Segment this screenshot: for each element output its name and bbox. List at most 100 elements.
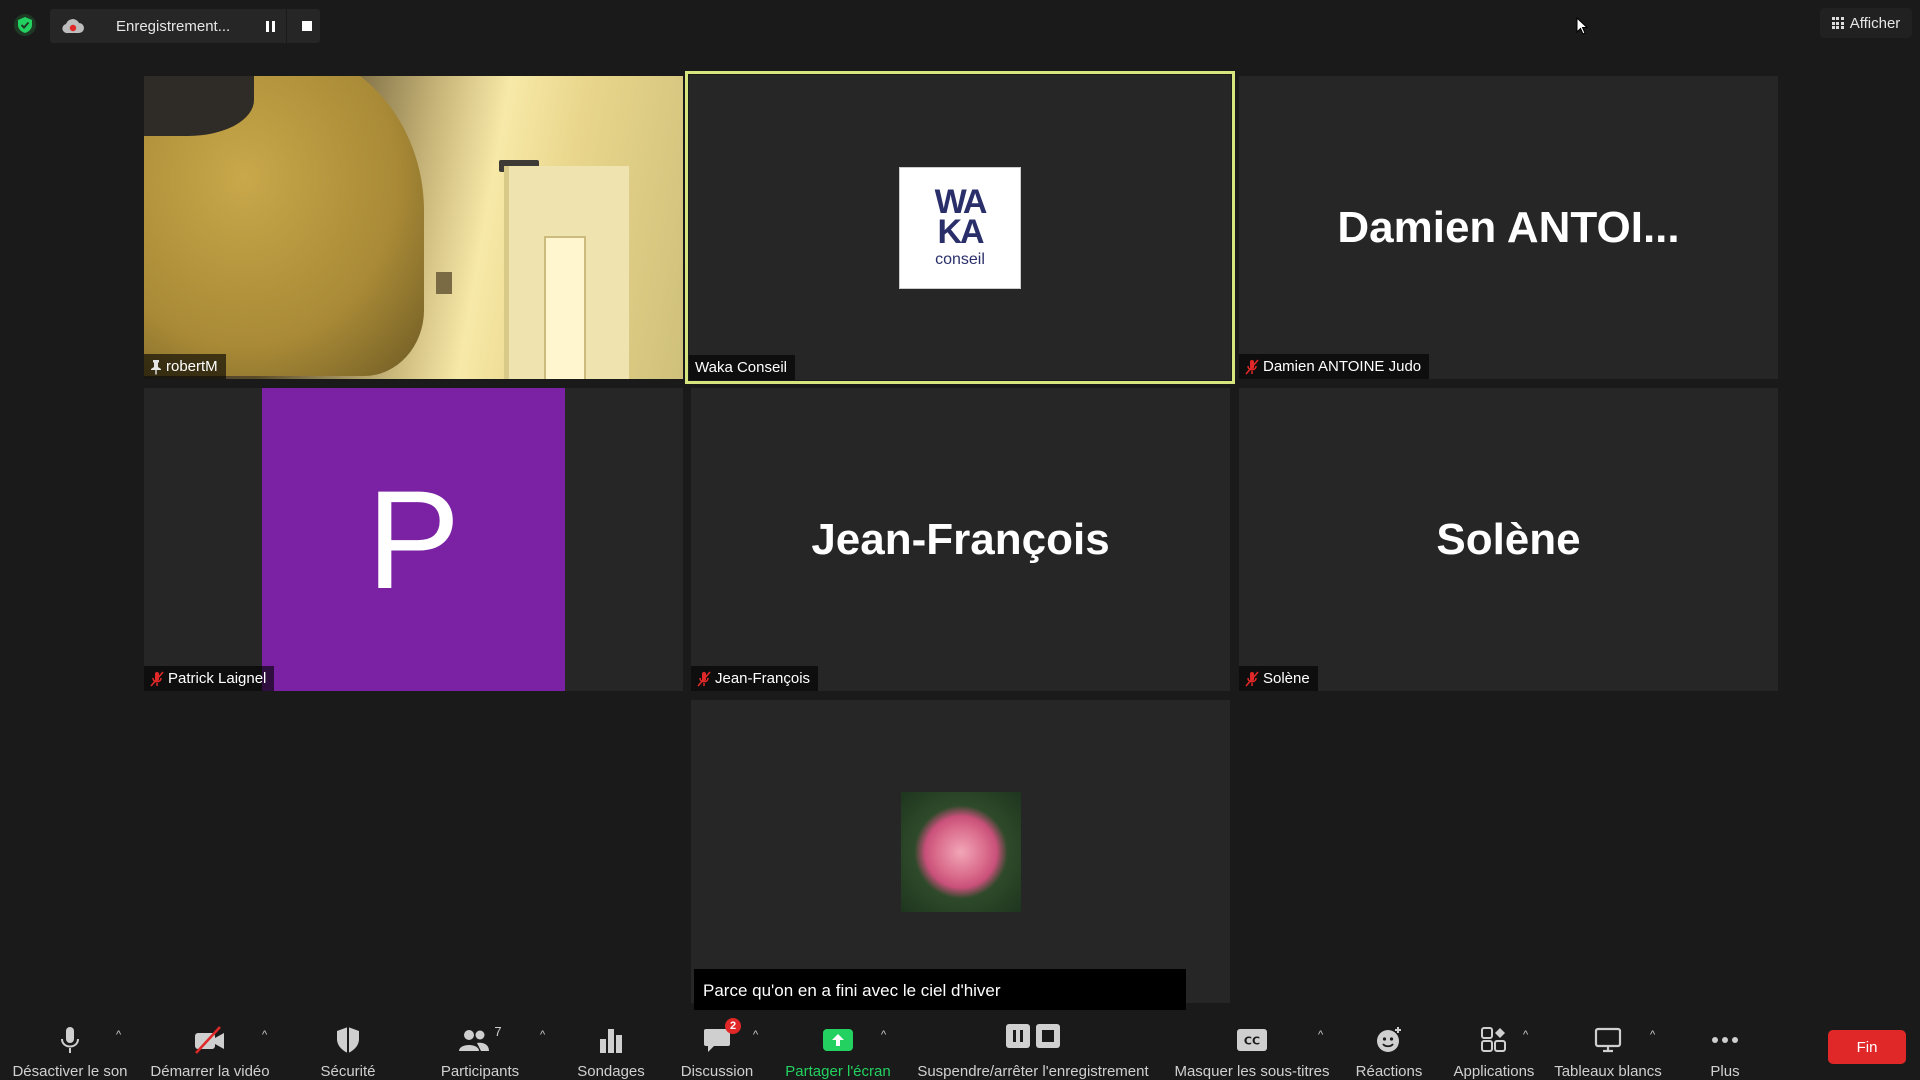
muted-microphone-icon (150, 670, 164, 687)
apps-button[interactable]: Applications (1444, 1010, 1544, 1080)
avatar: P (262, 388, 565, 691)
recording-indicator: Enregistrement... (50, 9, 320, 43)
pin-icon (150, 359, 162, 375)
share-screen-button[interactable]: Partager l'écran (778, 1010, 898, 1080)
name-tag: Jean-François (691, 666, 819, 691)
participant-name: Patrick Laignel (168, 670, 267, 687)
video-options-caret[interactable]: ^ (262, 1029, 267, 1041)
captions-label: Masquer les sous-titres (1174, 1063, 1330, 1080)
cloud-recording-icon (62, 17, 84, 35)
name-tag: Solène (1239, 666, 1318, 691)
whiteboards-button[interactable]: Tableaux blancs (1550, 1010, 1666, 1080)
participant-display-name: Jean-François (811, 514, 1110, 564)
participants-icon: 7 (458, 1024, 502, 1055)
more-dots-icon (1711, 1024, 1739, 1055)
closed-captions-icon: CC (1237, 1024, 1267, 1055)
chat-button[interactable]: 2 Discussion (672, 1010, 762, 1080)
mute-button[interactable]: Désactiver le son (8, 1010, 132, 1080)
start-video-button[interactable]: Démarrer la vidéo (140, 1010, 280, 1080)
stop-icon (301, 21, 312, 31)
participants-options-caret[interactable]: ^ (540, 1029, 545, 1041)
polls-button[interactable]: Sondages (566, 1010, 656, 1080)
stop-recording-button[interactable] (293, 11, 320, 41)
apps-icon (1481, 1024, 1507, 1055)
chat-label: Discussion (680, 1063, 754, 1080)
microphone-icon (60, 1024, 80, 1055)
encryption-shield-icon[interactable] (14, 14, 36, 36)
camera-feed (144, 76, 683, 379)
participant-name: Jean-François (715, 670, 811, 687)
share-label: Partager l'écran (785, 1063, 891, 1080)
video-tile-patrick[interactable]: P Patrick Laignel (144, 388, 683, 691)
mute-label: Désactiver le son (12, 1063, 128, 1080)
participant-name: Damien ANTOINE Judo (1263, 358, 1422, 375)
pause-stop-recording-button[interactable]: Suspendre/arrêter l'enregistrement (912, 1010, 1154, 1080)
share-screen-icon (823, 1024, 853, 1055)
participant-name: robertM (166, 358, 218, 375)
participant-name: Waka Conseil (695, 359, 787, 376)
bar-chart-icon (599, 1024, 623, 1055)
shield-icon (336, 1024, 360, 1055)
hide-captions-button[interactable]: CC Masquer les sous-titres (1170, 1010, 1334, 1080)
security-label: Sécurité (320, 1063, 376, 1080)
captions-options-caret[interactable]: ^ (1318, 1029, 1323, 1041)
security-button[interactable]: Sécurité (300, 1010, 396, 1080)
divider (286, 9, 287, 43)
video-tile-robertm[interactable]: robertM (144, 76, 683, 379)
video-tile-jean-francois[interactable]: Jean-François Jean-François (691, 388, 1230, 691)
name-tag: Damien ANTOINE Judo (1239, 354, 1430, 379)
video-tile-damien[interactable]: Damien ANTOI... Damien ANTOINE Judo (1239, 76, 1778, 379)
profile-picture-flower (900, 791, 1021, 912)
more-button[interactable]: Plus (1690, 1010, 1760, 1080)
video-tile-flower-profile[interactable] (691, 700, 1230, 1003)
reactions-label: Réactions (1355, 1063, 1423, 1080)
muted-microphone-icon (1245, 358, 1259, 375)
logo-text: WA KA (934, 182, 988, 251)
audio-options-caret[interactable]: ^ (116, 1029, 121, 1041)
participants-label: Participants (440, 1063, 520, 1080)
svg-text:CC: CC (1244, 1034, 1260, 1047)
pause-icon (266, 20, 276, 32)
participant-name: Solène (1263, 670, 1310, 687)
video-tile-solene[interactable]: Solène Solène (1239, 388, 1778, 691)
profile-logo: WA KA conseil (899, 166, 1021, 289)
muted-microphone-icon (697, 670, 711, 687)
chat-options-caret[interactable]: ^ (753, 1029, 758, 1041)
apps-label: Applications (1453, 1063, 1535, 1080)
more-label: Plus (1710, 1063, 1740, 1080)
smiley-icon (1375, 1024, 1403, 1055)
record-label: Suspendre/arrêter l'enregistrement (917, 1063, 1149, 1080)
whiteboards-label: Tableaux blancs (1554, 1063, 1662, 1080)
polls-label: Sondages (577, 1063, 645, 1080)
participant-display-name: Solène (1436, 514, 1581, 564)
logo-subtitle: conseil (935, 250, 985, 268)
unread-badge: 2 (725, 1018, 741, 1034)
end-meeting-button[interactable]: Fin (1828, 1030, 1906, 1064)
reactions-button[interactable]: Réactions (1346, 1010, 1432, 1080)
wall-light (436, 272, 452, 294)
participants-button[interactable]: 7 Participants (430, 1010, 530, 1080)
video-off-icon (194, 1024, 226, 1055)
apps-options-caret[interactable]: ^ (1523, 1029, 1528, 1041)
live-caption: Parce qu'on en a fini avec le ciel d'hiv… (694, 969, 1186, 1012)
video-tile-waka-conseil[interactable]: WA KA conseil Waka Conseil (685, 71, 1235, 384)
name-tag: robertM (144, 354, 226, 379)
view-label: Afficher (1849, 14, 1901, 32)
grid-view-icon (1831, 17, 1844, 29)
pause-recording-button[interactable] (257, 11, 284, 41)
name-tag: Waka Conseil (689, 355, 795, 380)
chat-icon: 2 (703, 1018, 741, 1055)
whiteboard-icon (1594, 1024, 1622, 1055)
participant-display-name: Damien ANTOI... (1337, 202, 1680, 252)
view-button[interactable]: Afficher (1820, 8, 1912, 38)
video-label: Démarrer la vidéo (150, 1063, 270, 1080)
pause-stop-icon (1006, 1020, 1060, 1051)
mouse-cursor-icon (1576, 16, 1589, 40)
share-options-caret[interactable]: ^ (881, 1029, 886, 1041)
name-tag: Patrick Laignel (144, 666, 275, 691)
participants-count: 7 (494, 1024, 502, 1039)
whiteboards-options-caret[interactable]: ^ (1650, 1029, 1655, 1041)
recording-label: Enregistrement... (116, 17, 231, 35)
door-panel (544, 236, 586, 379)
muted-microphone-icon (1245, 670, 1259, 687)
